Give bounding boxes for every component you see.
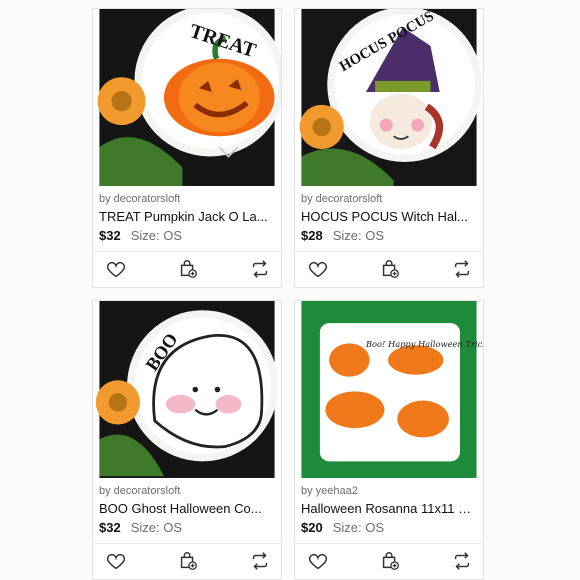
bag-plus-icon: [180, 260, 197, 279]
witch-plate-image: HOCUS POCUS: [299, 9, 483, 186]
listing-image[interactable]: BOO: [93, 301, 281, 478]
listing-title[interactable]: Halloween Rosanna 11x11 Se...: [301, 499, 477, 519]
listing-price: $32: [99, 519, 121, 535]
seller-name[interactable]: by decoratorsloft: [301, 191, 477, 207]
seller-name[interactable]: by decoratorsloft: [99, 483, 275, 499]
heart-icon: [308, 554, 328, 570]
listing-size: Size: OS: [130, 227, 182, 243]
share-button[interactable]: [247, 548, 273, 574]
like-button[interactable]: [103, 548, 129, 574]
listing-title[interactable]: BOO Ghost Halloween Co...: [99, 499, 275, 519]
heart-icon: [106, 554, 126, 570]
heart-icon: [106, 262, 126, 278]
listing-image[interactable]: TREAT: [93, 9, 281, 186]
listing-card[interactable]: TREAT by decoratorsloft TREAT Pumpkin Ja…: [92, 8, 282, 288]
share-button[interactable]: [247, 256, 273, 282]
share-arrows-icon: [454, 260, 470, 279]
listing-price: $20: [301, 519, 323, 535]
listing-actions: [93, 250, 281, 287]
listing-size: Size: OS: [130, 519, 182, 535]
pumpkin-tray-image: Boo! Happy Halloween Trick or Treat!: [301, 301, 483, 478]
like-button[interactable]: [103, 256, 129, 282]
listing-price: $28: [301, 227, 323, 243]
listing-card[interactable]: HOCUS POCUS by decoratorsloft HOCUS POCU…: [294, 8, 484, 288]
pumpkin-plate-image: TREAT: [97, 9, 281, 186]
listing-title[interactable]: TREAT Pumpkin Jack O La...: [99, 207, 275, 227]
listing-title[interactable]: HOCUS POCUS Witch Hal...: [301, 207, 477, 227]
share-arrows-icon: [252, 260, 268, 279]
listing-image[interactable]: Boo! Happy Halloween Trick or Treat!: [295, 301, 483, 478]
bag-plus-icon: [180, 552, 197, 571]
bundle-button[interactable]: [175, 256, 201, 282]
share-button[interactable]: [449, 548, 475, 574]
share-arrows-icon: [252, 552, 268, 571]
listing-actions: [93, 542, 281, 579]
bag-plus-icon: [382, 260, 399, 279]
plate-text: Boo! Happy Halloween Trick or Treat!: [365, 339, 483, 349]
seller-name[interactable]: by yeehaa2: [301, 483, 477, 499]
bag-plus-icon: [382, 552, 399, 571]
seller-name[interactable]: by decoratorsloft: [99, 191, 275, 207]
bundle-button[interactable]: [377, 548, 403, 574]
listing-size: Size: OS: [332, 519, 384, 535]
listing-price: $32: [99, 227, 121, 243]
listing-image[interactable]: HOCUS POCUS: [295, 9, 483, 186]
heart-icon: [308, 262, 328, 278]
listing-grid: TREAT by decoratorsloft TREAT Pumpkin Ja…: [92, 8, 488, 580]
share-arrows-icon: [454, 552, 470, 571]
bundle-button[interactable]: [377, 256, 403, 282]
ghost-plate-image: BOO: [95, 301, 279, 478]
listing-card[interactable]: BOO by decoratorsloft BOO Ghost Hallowee…: [92, 300, 282, 580]
like-button[interactable]: [305, 548, 331, 574]
listing-actions: [295, 542, 483, 579]
listing-size: Size: OS: [332, 227, 384, 243]
listing-actions: [295, 250, 483, 287]
listing-card[interactable]: Boo! Happy Halloween Trick or Treat! by …: [294, 300, 484, 580]
bundle-button[interactable]: [175, 548, 201, 574]
like-button[interactable]: [305, 256, 331, 282]
share-button[interactable]: [449, 256, 475, 282]
